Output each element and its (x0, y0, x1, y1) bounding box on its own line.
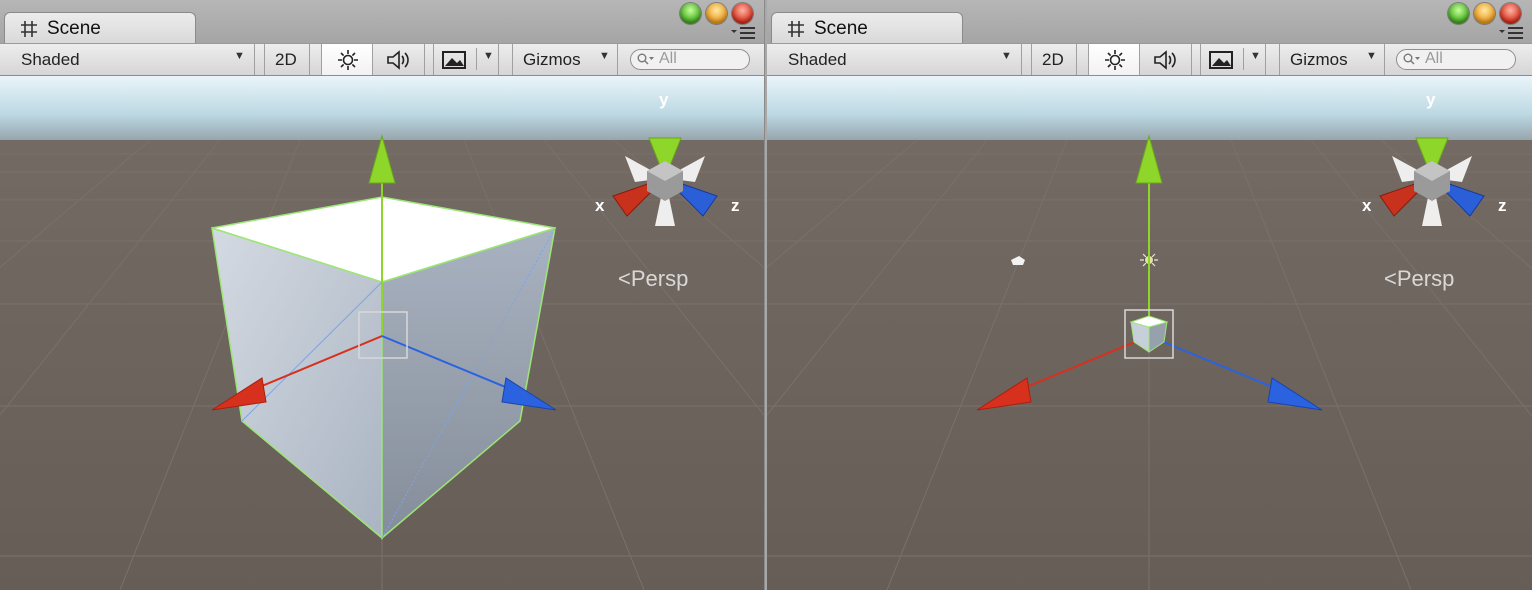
projection-toggle[interactable]: <Persp (618, 266, 688, 292)
tab-scene[interactable]: Scene (771, 12, 963, 43)
effects-dropdown[interactable]: ▼ (433, 44, 499, 75)
lighting-toggle-button[interactable] (1088, 44, 1140, 75)
tab-bar: Scene (767, 0, 1532, 43)
draw-mode-label: Shaded (21, 50, 80, 69)
chevron-left-icon: < (1384, 266, 1397, 291)
2d-toggle-button[interactable]: 2D (264, 44, 310, 75)
chevron-left-icon: < (618, 266, 631, 291)
speaker-icon (387, 50, 409, 70)
window-controls (680, 3, 756, 25)
chevron-down-icon: ▼ (1366, 50, 1377, 62)
image-icon (1209, 51, 1233, 69)
sun-icon (1105, 50, 1125, 70)
projection-label: Persp (630, 266, 689, 291)
gizmo-x-label: x (595, 196, 605, 215)
window-controls (1448, 3, 1524, 25)
audio-toggle-button[interactable] (1140, 44, 1192, 75)
search-icon (637, 53, 654, 65)
search-field[interactable]: All (630, 49, 750, 70)
search-placeholder: All (659, 50, 677, 67)
gizmo-y-label: y (659, 90, 669, 109)
gizmos-label: Gizmos (523, 50, 581, 69)
scene-toolbar: Shaded ▼ 2D ▼ Gizmos ▼ All (0, 43, 764, 76)
search-placeholder: All (1425, 50, 1443, 67)
scene-toolbar: Shaded ▼ 2D ▼ Gizmos ▼ All (767, 43, 1532, 76)
chevron-down-icon: ▼ (1250, 50, 1261, 62)
tab-label: Scene (47, 18, 101, 39)
scene-grid-icon (788, 21, 804, 37)
image-icon (442, 51, 466, 69)
divider (1243, 48, 1244, 70)
speaker-icon (1154, 50, 1176, 70)
close-window-button[interactable] (1500, 3, 1521, 24)
draw-mode-dropdown[interactable]: Shaded ▼ (767, 44, 1022, 75)
panel-menu-icon[interactable] (1498, 26, 1524, 40)
search-field[interactable]: All (1396, 49, 1516, 70)
scene-render[interactable] (767, 76, 1532, 590)
gizmos-label: Gizmos (1290, 50, 1348, 69)
gizmo-z-label: z (731, 196, 740, 215)
scene-viewport[interactable]: y x z <Persp (767, 76, 1532, 590)
close-window-button[interactable] (732, 3, 753, 24)
sky (767, 76, 1532, 146)
gizmos-dropdown[interactable]: Gizmos ▼ (512, 44, 618, 75)
scene-render[interactable] (0, 76, 764, 590)
gizmos-dropdown[interactable]: Gizmos ▼ (1279, 44, 1385, 75)
scene-view-left: Scene Shaded ▼ 2D ▼ Gizmos ▼ All y x z <… (0, 0, 764, 590)
tab-bar: Scene (0, 0, 764, 43)
draw-mode-dropdown[interactable]: Shaded ▼ (0, 44, 255, 75)
unity-editor: Scene Shaded ▼ 2D ▼ Gizmos ▼ All y x z <… (0, 0, 1532, 590)
audio-toggle-button[interactable] (373, 44, 425, 75)
chevron-down-icon: ▼ (234, 50, 245, 62)
chevron-down-icon: ▼ (483, 50, 494, 62)
scene-grid-icon (21, 21, 37, 37)
tab-label: Scene (814, 18, 868, 39)
scene-view-right: Scene Shaded ▼ 2D ▼ Gizmos ▼ All y x z <… (767, 0, 1532, 590)
chevron-down-icon: ▼ (599, 50, 610, 62)
panel-menu-icon[interactable] (730, 26, 756, 40)
search-icon (1403, 53, 1420, 65)
draw-mode-label: Shaded (788, 50, 847, 69)
tab-scene[interactable]: Scene (4, 12, 196, 43)
scene-viewport[interactable]: y x z <Persp (0, 76, 764, 590)
minimize-window-button[interactable] (706, 3, 727, 24)
sun-icon (338, 50, 358, 70)
effects-dropdown[interactable]: ▼ (1200, 44, 1266, 75)
projection-label: Persp (1396, 266, 1455, 291)
lighting-toggle-button[interactable] (321, 44, 373, 75)
2d-label: 2D (1042, 50, 1064, 69)
divider (476, 48, 477, 70)
gizmo-x-label: x (1362, 196, 1372, 215)
gizmo-y-label: y (1426, 90, 1436, 109)
chevron-down-icon: ▼ (1001, 50, 1012, 62)
2d-label: 2D (275, 50, 297, 69)
zoom-window-button[interactable] (1448, 3, 1469, 24)
2d-toggle-button[interactable]: 2D (1031, 44, 1077, 75)
zoom-window-button[interactable] (680, 3, 701, 24)
minimize-window-button[interactable] (1474, 3, 1495, 24)
gizmo-z-label: z (1498, 196, 1507, 215)
projection-toggle[interactable]: <Persp (1384, 266, 1454, 292)
